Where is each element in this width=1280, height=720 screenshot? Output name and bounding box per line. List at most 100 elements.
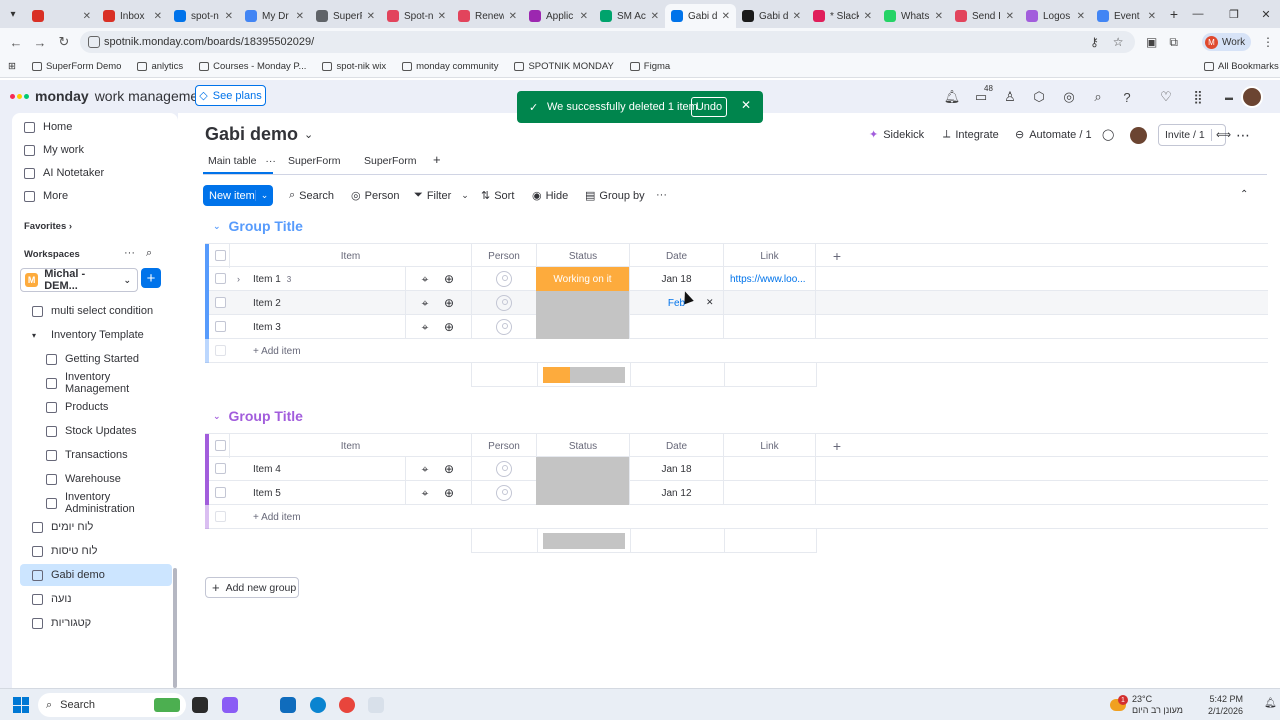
extensions-puzzle-icon[interactable]: ⧉ bbox=[1169, 35, 1178, 50]
see-plans-button[interactable]: ◇ See plans bbox=[195, 85, 266, 106]
group-title[interactable]: ⌄ Group Title bbox=[213, 218, 303, 234]
tab-search-icon[interactable]: ▾ bbox=[0, 0, 26, 28]
search-button[interactable]: ⌕ Search bbox=[289, 189, 334, 202]
clear-date-icon[interactable]: ✕ bbox=[706, 297, 714, 308]
add-item-row[interactable]: + Add item bbox=[205, 339, 1268, 363]
close-tab-icon[interactable]: ✕ bbox=[580, 11, 588, 22]
row-checkbox[interactable] bbox=[215, 487, 226, 498]
sidebar-scrollbar[interactable] bbox=[173, 568, 177, 688]
subitems-count[interactable]: 3 bbox=[287, 275, 291, 284]
sidebar-board-item[interactable]: Inventory Administration bbox=[20, 491, 172, 515]
status-cell[interactable] bbox=[536, 315, 629, 339]
link-cell[interactable] bbox=[723, 481, 816, 505]
table-row[interactable]: › Item 13 ⌖ ⊕ Working on it Jan 18 https… bbox=[205, 267, 1268, 291]
tab-superform-1[interactable]: SuperForm bbox=[288, 155, 341, 167]
status-cell[interactable]: Working on it bbox=[536, 267, 629, 291]
close-tab-icon[interactable]: ✕ bbox=[793, 11, 801, 22]
sidebar-board-item[interactable]: Warehouse bbox=[20, 468, 172, 490]
bookmark-item[interactable]: Courses - Monday P... bbox=[191, 61, 314, 72]
sidebar-item-ai-notetaker[interactable]: AI Notetaker bbox=[12, 162, 164, 184]
browser-tab[interactable]: SuperF ✕ bbox=[310, 4, 381, 28]
item-name[interactable]: Item 5 bbox=[253, 481, 281, 505]
snipping-tool-icon[interactable] bbox=[368, 697, 384, 713]
expand-subitems-icon[interactable]: › bbox=[237, 267, 240, 291]
link-cell[interactable]: https://www.loo... bbox=[723, 267, 816, 291]
sidebar-board-item[interactable]: קטגוריות bbox=[20, 612, 172, 634]
add-new-group-button[interactable]: + Add new group bbox=[205, 577, 299, 598]
add-item-input[interactable]: + Add item bbox=[253, 505, 301, 529]
select-all-checkbox[interactable] bbox=[215, 440, 226, 451]
bookmark-item[interactable]: SuperForm Demo bbox=[24, 61, 130, 72]
store-icon[interactable] bbox=[280, 697, 296, 713]
url-input[interactable]: spotnik.monday.com/boards/18395502029/ bbox=[80, 31, 1135, 53]
tab-superform-2[interactable]: SuperForm bbox=[364, 155, 417, 167]
status-cell[interactable] bbox=[536, 481, 629, 505]
browser-tab[interactable]: Gabi d ✕ bbox=[665, 4, 736, 28]
search-icon[interactable]: ⌕ bbox=[1089, 88, 1107, 106]
item-name[interactable]: Item 4 bbox=[253, 457, 281, 481]
column-header-person[interactable]: Person bbox=[471, 434, 536, 458]
sidekick-button[interactable]: ✦ Sidekick bbox=[869, 128, 924, 142]
invite-button[interactable]: Invite / 1 ⟺ bbox=[1158, 124, 1231, 146]
site-info-icon[interactable] bbox=[88, 36, 100, 48]
edge-icon[interactable] bbox=[310, 697, 326, 713]
board-title[interactable]: Gabi demo ⌄ bbox=[205, 124, 313, 145]
close-tab-icon[interactable]: ✕ bbox=[438, 11, 446, 22]
weather-widget[interactable]: 1 23°C מעונן רב היום bbox=[1110, 694, 1183, 716]
sidebar-board-item[interactable]: ▾ Inventory Template bbox=[20, 324, 172, 346]
person-cell[interactable] bbox=[471, 291, 536, 315]
bookmark-item[interactable]: monday community bbox=[394, 61, 506, 72]
link-cell[interactable] bbox=[723, 291, 816, 315]
browser-tab[interactable]: Whats ✕ bbox=[878, 4, 949, 28]
sidebar-item-my-work[interactable]: My work bbox=[12, 139, 164, 161]
table-row[interactable]: Item 4 ⌖ ⊕ Jan 18 bbox=[205, 457, 1268, 481]
apps-grid-icon[interactable]: ⊞ bbox=[0, 61, 24, 72]
favorites-heart-icon[interactable]: ♡ bbox=[1157, 88, 1175, 106]
close-tab-icon[interactable]: ✕ bbox=[935, 11, 943, 22]
close-window-icon[interactable]: ✕ bbox=[1248, 0, 1280, 28]
close-tab-icon[interactable]: ✕ bbox=[225, 11, 233, 22]
table-row[interactable]: Item 2 ⌖ ⊕ Feb ✕ bbox=[205, 291, 1268, 315]
reload-icon[interactable]: ↻ bbox=[52, 34, 76, 50]
add-item-input[interactable]: + Add item bbox=[253, 339, 301, 363]
sidebar-board-item[interactable]: Inventory Management bbox=[20, 371, 172, 395]
browser-tab[interactable]: Applic ✕ bbox=[523, 4, 594, 28]
status-cell[interactable] bbox=[536, 457, 629, 481]
user-avatar[interactable] bbox=[1241, 86, 1263, 108]
sidebar-board-item[interactable]: נועה bbox=[20, 588, 172, 610]
toolbar-more-icon[interactable]: ··· bbox=[656, 189, 667, 201]
copilot-icon[interactable] bbox=[222, 697, 238, 713]
bookmark-item[interactable]: Figma bbox=[622, 61, 678, 72]
bookmark-item[interactable]: anlytics bbox=[129, 61, 191, 72]
select-all-checkbox[interactable] bbox=[215, 250, 226, 261]
browser-tab[interactable]: My Dr ✕ bbox=[239, 4, 310, 28]
column-header-status[interactable]: Status bbox=[536, 434, 629, 458]
bookmark-star-icon[interactable]: ☆ bbox=[1113, 35, 1124, 49]
close-tab-icon[interactable]: ✕ bbox=[367, 11, 375, 22]
notification-center-icon[interactable]: 🔔︎ bbox=[1264, 698, 1277, 709]
date-cell[interactable]: Jan 18 bbox=[629, 267, 723, 291]
table-row[interactable]: Item 3 ⌖ ⊕ bbox=[205, 315, 1268, 339]
bookmark-item[interactable]: SPOTNIK MONDAY bbox=[506, 61, 621, 72]
board-more-menu-icon[interactable]: ⋯ bbox=[1236, 127, 1250, 144]
column-header-link[interactable]: Link bbox=[723, 244, 816, 268]
browser-tab[interactable]: Gabi d ✕ bbox=[736, 4, 807, 28]
sidebar-board-item[interactable]: Getting Started bbox=[20, 348, 172, 370]
restore-icon[interactable]: ❐ bbox=[1216, 0, 1252, 28]
profile-button[interactable]: M Work bbox=[1202, 33, 1252, 51]
date-cell[interactable] bbox=[629, 315, 723, 339]
column-header-person[interactable]: Person bbox=[471, 244, 536, 268]
invite-members-icon[interactable]: ♙ bbox=[1001, 88, 1019, 106]
sort-button[interactable]: ⇅ Sort bbox=[481, 189, 514, 203]
forward-icon[interactable]: → bbox=[28, 35, 52, 50]
row-checkbox[interactable] bbox=[215, 463, 226, 474]
item-name[interactable]: Item 3 bbox=[253, 315, 281, 339]
add-column-icon[interactable]: + bbox=[822, 244, 852, 268]
system-clock[interactable]: 5:42 PM 2/1/2026 bbox=[1208, 693, 1243, 717]
row-checkbox[interactable] bbox=[215, 321, 226, 332]
browser-tab[interactable]: Inbox ✕ bbox=[97, 4, 168, 28]
person-filter-button[interactable]: ◎ Person bbox=[351, 189, 399, 203]
apps-marketplace-icon[interactable]: ⬡ bbox=[1030, 88, 1048, 106]
sidebar-board-item[interactable]: Gabi demo bbox=[20, 564, 172, 586]
extension-icon[interactable]: ▣ bbox=[1146, 35, 1157, 49]
